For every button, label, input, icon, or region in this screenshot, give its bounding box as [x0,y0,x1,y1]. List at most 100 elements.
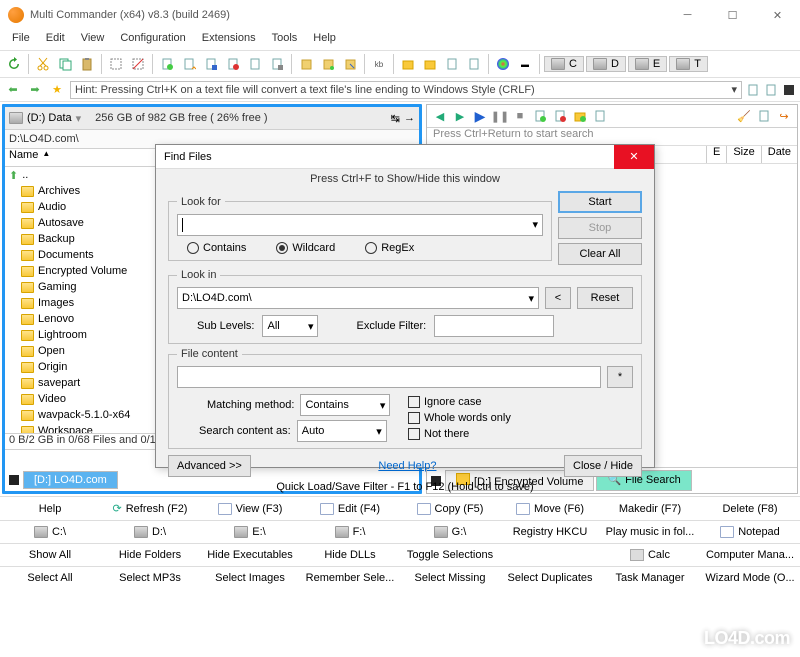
r-remfile-icon[interactable] [551,107,569,125]
look-in-input[interactable]: D:\LO4D.com\▾ [177,287,539,309]
find-regex-radio[interactable]: RegEx [365,242,414,254]
color-icon[interactable] [493,54,513,74]
doc-misc1-icon[interactable] [442,54,462,74]
file-content-star-button[interactable]: * [607,366,633,388]
b4-0[interactable]: Select All [0,567,100,589]
minimize-button[interactable]: ─ [665,0,710,30]
col-e[interactable]: E [706,146,726,163]
refresh-icon[interactable] [4,54,24,74]
r-redo-icon[interactable]: ↪ [775,107,793,125]
b1-delete[interactable]: Delete (F8) [700,497,800,520]
col-name[interactable]: Name [9,149,38,166]
b1-edit[interactable]: Edit (F4) [300,497,400,520]
left-drive-label[interactable]: (D:) Data [27,112,72,124]
archive-ext-icon[interactable] [340,54,360,74]
doc-up-icon[interactable] [179,54,199,74]
doc-edit-icon[interactable] [245,54,265,74]
b2-g[interactable]: G:\ [400,521,500,543]
look-in-reset-button[interactable]: Reset [577,287,633,309]
find-close-button[interactable]: ✕ [614,145,654,169]
find-advanced-button[interactable]: Advanced >> [168,455,251,477]
b1-help[interactable]: Help [0,497,100,520]
b2-d[interactable]: D:\ [100,521,200,543]
ignore-case-check[interactable]: Ignore case [408,396,633,408]
r-fwd-icon[interactable]: ▶ [451,107,469,125]
b3-1[interactable]: Hide Folders [100,544,200,566]
b4-2[interactable]: Select Images [200,567,300,589]
doc-prop-icon[interactable] [267,54,287,74]
b1-refresh[interactable]: ⟳Refresh (F2) [100,497,200,520]
hint-dropdown-icon[interactable]: ▾ [731,83,737,96]
r-play-icon[interactable]: ▶ [471,107,489,125]
b2-f[interactable]: F:\ [300,521,400,543]
r-newdoc-icon[interactable] [755,107,773,125]
b1-makedir[interactable]: Makedir (F7) [600,497,700,520]
find-close-hide-button[interactable]: Close / Hide [564,455,642,477]
b3-0[interactable]: Show All [0,544,100,566]
r-clean-icon[interactable]: 🧹 [735,107,753,125]
maximize-button[interactable]: ☐ [710,0,755,30]
sort-icon[interactable]: ▲ [42,149,50,166]
b4-3[interactable]: Remember Sele... [300,567,400,589]
drive-e-button[interactable]: E [628,56,667,72]
back-icon[interactable]: ⬅ [4,81,22,99]
b3-7[interactable]: Computer Mana... [700,544,800,566]
lookin-dropdown-icon[interactable]: ▾ [528,292,534,305]
panel-right-icon[interactable]: → [404,112,415,124]
find-header[interactable]: Find Files ✕ [156,145,654,169]
b3-3[interactable]: Hide DLLs [300,544,400,566]
menu-tools[interactable]: Tools [266,30,304,50]
b4-4[interactable]: Select Missing [400,567,500,589]
lookfor-dropdown-icon[interactable]: ▾ [532,218,538,231]
doc-del-icon[interactable] [223,54,243,74]
find-clear-button[interactable]: Clear All [558,243,642,265]
copy-icon[interactable] [55,54,75,74]
drive-t-button[interactable]: T [669,56,708,72]
left-drive-dropdown-icon[interactable]: ▾ [76,112,82,125]
b2-notepad[interactable]: Notepad [700,521,800,543]
rtoolbar-a-icon[interactable] [746,83,760,97]
panel-swap-icon[interactable]: ↹ [391,112,400,125]
deselect-icon[interactable] [128,54,148,74]
close-button[interactable]: ✕ [755,0,800,30]
matching-select[interactable]: Contains▾ [300,394,390,416]
menu-extensions[interactable]: Extensions [196,30,262,50]
forward-icon[interactable]: ➡ [26,81,44,99]
kb-icon[interactable]: kb [369,54,389,74]
b4-6[interactable]: Task Manager [600,567,700,589]
look-for-input[interactable]: ▾ [177,214,543,236]
not-there-check[interactable]: Not there [408,428,633,440]
select-icon[interactable] [106,54,126,74]
file-content-input[interactable] [177,366,601,388]
b2-reg[interactable]: Registry HKCU [500,521,600,543]
whole-words-check[interactable]: Whole words only [408,412,633,424]
b2-c[interactable]: C:\ [0,521,100,543]
menu-configuration[interactable]: Configuration [114,30,191,50]
drive-c-button[interactable]: C [544,56,584,72]
fold1-icon[interactable] [398,54,418,74]
rtoolbar-app-icon[interactable] [782,83,796,97]
sublevels-select[interactable]: All▾ [262,315,318,337]
search-as-select[interactable]: Auto▾ [297,420,387,442]
col-size[interactable]: Size [726,146,760,163]
menu-file[interactable]: File [6,30,36,50]
find-wildcard-radio[interactable]: Wildcard [276,242,335,254]
find-stop-button[interactable]: Stop [558,217,642,239]
b4-5[interactable]: Select Duplicates [500,567,600,589]
archive-new-icon[interactable] [296,54,316,74]
b4-7[interactable]: Wizard Mode (O... [700,567,800,589]
find-contains-radio[interactable]: Contains [187,242,246,254]
menu-help[interactable]: Help [307,30,342,50]
b3-6[interactable]: Calc [600,544,700,566]
doc-new-icon[interactable] [157,54,177,74]
left-tab-active[interactable]: [D:] LO4D.com [23,471,118,489]
b3-2[interactable]: Hide Executables [200,544,300,566]
find-need-help-link[interactable]: Need Help? [378,460,436,472]
menu-view[interactable]: View [75,30,111,50]
r-back-icon[interactable]: ◀ [431,107,449,125]
b1-copy[interactable]: Copy (F5) [400,497,500,520]
drive-d-button[interactable]: D [586,56,626,72]
r-addfolder-icon[interactable] [571,107,589,125]
fav-icon[interactable]: ★ [48,81,66,99]
r-addfile-icon[interactable] [531,107,549,125]
